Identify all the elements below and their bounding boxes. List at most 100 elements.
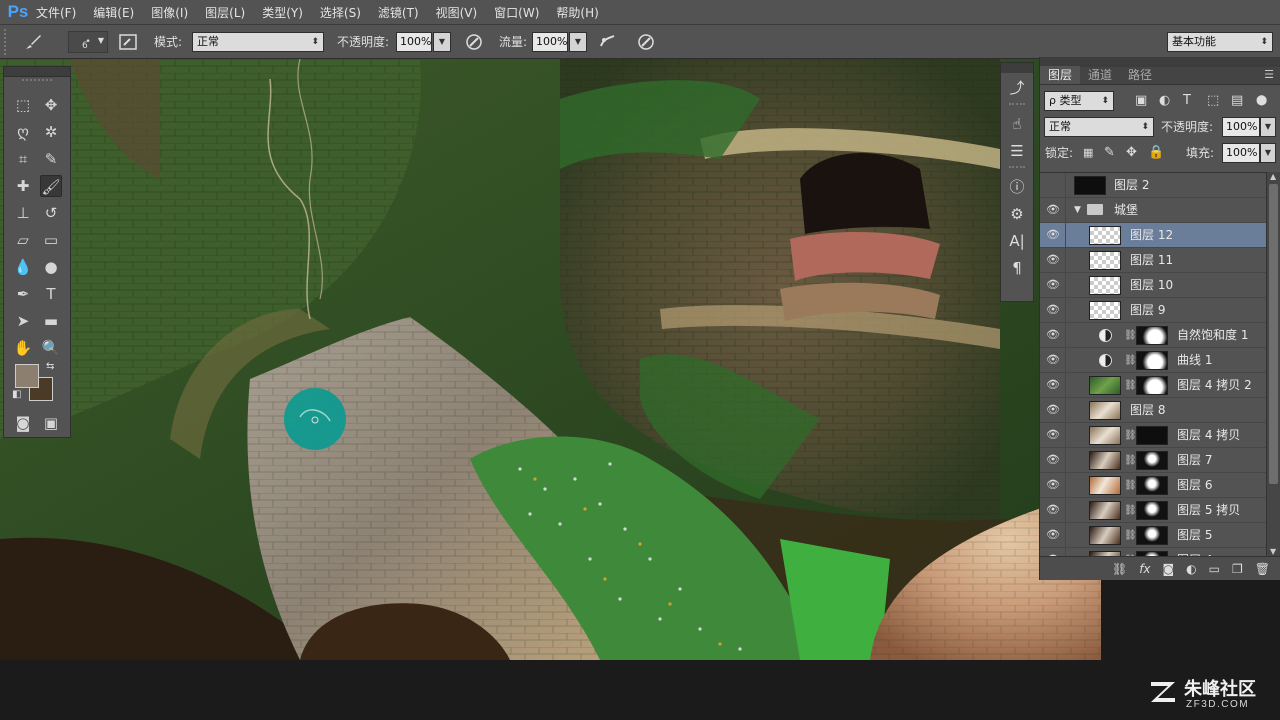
brush-tool-preset-icon[interactable] bbox=[22, 31, 44, 60]
menu-filter[interactable]: 滤镜(T) bbox=[378, 4, 419, 21]
layer-filter-select[interactable]: ρ 类型 ⬍ bbox=[1044, 91, 1114, 111]
tools-panel-header[interactable] bbox=[4, 67, 70, 77]
eraser-tool-icon[interactable]: ▱ bbox=[12, 229, 34, 251]
tab-layers[interactable]: 图层 bbox=[1040, 66, 1081, 84]
link-icon[interactable]: ⛓ bbox=[1124, 523, 1137, 548]
menu-type[interactable]: 类型(Y) bbox=[262, 4, 303, 21]
link-icon[interactable]: ⛓ bbox=[1124, 498, 1137, 523]
marquee-tool-icon[interactable]: ⬚ bbox=[12, 94, 34, 116]
gradient-tool-icon[interactable]: ▭ bbox=[40, 229, 62, 251]
menu-layer[interactable]: 图层(L) bbox=[205, 4, 245, 21]
flow-input[interactable]: 100% bbox=[532, 32, 568, 52]
mode-select[interactable]: 正常 ⬍ bbox=[192, 32, 324, 52]
pen-tool-icon[interactable]: ✒ bbox=[12, 283, 34, 305]
menu-view[interactable]: 视图(V) bbox=[436, 4, 478, 21]
foreground-color-swatch[interactable] bbox=[15, 364, 39, 388]
opacity-input[interactable]: 100% bbox=[396, 32, 432, 52]
brush-size-picker[interactable]: • 6 ▼ bbox=[68, 31, 108, 53]
swap-colors-icon[interactable]: ⇆ bbox=[46, 361, 54, 372]
layer-row-layer-2[interactable]: 图层 2 bbox=[1040, 173, 1266, 198]
screen-mode-icon[interactable]: ▣ bbox=[40, 412, 62, 434]
layer-row-layer-10[interactable]: 👁 图层 10 bbox=[1040, 273, 1266, 298]
pressure-size-icon[interactable] bbox=[636, 31, 656, 59]
lasso-tool-icon[interactable]: ღ bbox=[12, 121, 34, 143]
spot-healing-tool-icon[interactable]: ✚ bbox=[12, 175, 34, 197]
layer-mask-thumbnail[interactable] bbox=[1136, 451, 1168, 470]
link-icon[interactable]: ⛓ bbox=[1124, 323, 1137, 348]
new-layer-icon[interactable]: ❐ bbox=[1232, 562, 1243, 576]
layer-row-layer-7[interactable]: 👁 ⛓ 图层 7 bbox=[1040, 448, 1266, 473]
add-mask-icon[interactable]: ◙ bbox=[1163, 562, 1175, 576]
layer-row-layer-6[interactable]: 👁 ⛓ 图层 6 bbox=[1040, 473, 1266, 498]
link-icon[interactable]: ⛓ bbox=[1124, 473, 1137, 498]
airbrush-icon[interactable] bbox=[598, 31, 618, 59]
menu-select[interactable]: 选择(S) bbox=[320, 4, 361, 21]
layer-row-layer-5[interactable]: 👁 ⛓ 图层 5 bbox=[1040, 523, 1266, 548]
type-tool-icon[interactable]: T bbox=[40, 283, 62, 305]
tab-channels[interactable]: 通道 bbox=[1080, 66, 1120, 84]
opacity-dropdown-button[interactable]: ▼ bbox=[433, 32, 451, 52]
hand-tool-icon[interactable]: ✋ bbox=[12, 337, 34, 359]
fx-icon[interactable]: fx bbox=[1139, 562, 1150, 576]
menu-image[interactable]: 图像(I) bbox=[151, 4, 188, 21]
blend-mode-select[interactable]: 正常 ⬍ bbox=[1044, 117, 1154, 137]
menu-file[interactable]: 文件(F) bbox=[36, 4, 76, 21]
link-icon[interactable]: ⛓ bbox=[1124, 423, 1137, 448]
crop-tool-icon[interactable]: ⌗ bbox=[12, 148, 34, 170]
lock-position-icon[interactable]: ✥ bbox=[1126, 140, 1137, 166]
layer-mask-thumbnail[interactable] bbox=[1136, 501, 1168, 520]
layer-mask-thumbnail[interactable] bbox=[1136, 376, 1168, 395]
layer-row-layer-4-copy-2[interactable]: 👁 ⛓ 图层 4 拷贝 2 bbox=[1040, 373, 1266, 398]
filter-shape-icon[interactable]: ⬚ bbox=[1207, 88, 1219, 114]
tab-paths[interactable]: 路径 bbox=[1120, 66, 1160, 84]
layer-row-curves-1[interactable]: 👁 ⛓ 曲线 1 bbox=[1040, 348, 1266, 373]
layer-mask-thumbnail[interactable] bbox=[1136, 351, 1168, 370]
menu-help[interactable]: 帮助(H) bbox=[556, 4, 598, 21]
layer-row-layer-9[interactable]: 👁 图层 9 bbox=[1040, 298, 1266, 323]
info-panel-icon[interactable]: ⓘ bbox=[1004, 175, 1030, 199]
layer-opacity-input[interactable]: 100% bbox=[1222, 117, 1260, 137]
blur-tool-icon[interactable]: 💧 bbox=[12, 256, 34, 278]
filter-pixel-icon[interactable]: ▣ bbox=[1135, 88, 1147, 114]
menu-window[interactable]: 窗口(W) bbox=[494, 4, 539, 21]
link-icon[interactable]: ⛓ bbox=[1124, 348, 1137, 373]
layer-mask-thumbnail[interactable] bbox=[1136, 326, 1168, 345]
adjustment-icon[interactable]: ◐ bbox=[1186, 562, 1196, 576]
panel-menu-icon[interactable]: ☰ bbox=[1264, 66, 1274, 84]
link-icon[interactable]: ⛓ bbox=[1124, 448, 1137, 473]
layer-mask-thumbnail[interactable] bbox=[1136, 526, 1168, 545]
layer-row-layer-11[interactable]: 👁 图层 11 bbox=[1040, 248, 1266, 273]
layer-mask-thumbnail[interactable] bbox=[1136, 426, 1168, 445]
layer-row-vibrance-1[interactable]: 👁 ⛓ 自然饱和度 1 bbox=[1040, 323, 1266, 348]
character-panel-icon[interactable]: A| bbox=[1004, 229, 1030, 253]
zoom-tool-icon[interactable]: 🔍 bbox=[40, 337, 62, 359]
adjustments-panel-icon[interactable]: ☰ bbox=[1004, 139, 1030, 163]
history-panel-icon[interactable]: ⤴ bbox=[1004, 76, 1030, 100]
pressure-opacity-icon[interactable] bbox=[464, 31, 484, 59]
layer-opacity-dropdown-button[interactable]: ▼ bbox=[1260, 117, 1276, 137]
default-colors-icon[interactable]: ◧ bbox=[12, 389, 21, 400]
scroll-down-icon[interactable]: ▼ bbox=[1270, 547, 1276, 556]
clone-stamp-tool-icon[interactable]: ⊥ bbox=[12, 202, 34, 224]
quick-mask-icon[interactable]: ◙ bbox=[12, 412, 34, 434]
trash-icon[interactable]: 🗑 bbox=[1255, 562, 1270, 576]
filter-adjustment-icon[interactable]: ◐ bbox=[1159, 88, 1170, 114]
dodge-tool-icon[interactable]: ● bbox=[40, 256, 62, 278]
rectangle-tool-icon[interactable]: ▬ bbox=[40, 310, 62, 332]
filter-toggle-icon[interactable]: ⬤ bbox=[1256, 88, 1267, 114]
visibility-toggle[interactable] bbox=[1041, 173, 1066, 198]
tool-presets-panel-icon[interactable]: ☝ bbox=[1004, 112, 1030, 136]
paragraph-panel-icon[interactable]: ¶ bbox=[1004, 256, 1030, 280]
lock-all-icon[interactable]: 🔒 bbox=[1148, 140, 1164, 166]
icon-strip-header[interactable] bbox=[1001, 63, 1033, 73]
eyedropper-tool-icon[interactable]: ✎ bbox=[40, 148, 62, 170]
lock-transparency-icon[interactable]: ▦ bbox=[1083, 140, 1093, 166]
layer-row-layer-4[interactable]: 👁 ⛓ 图层 4 bbox=[1040, 548, 1266, 556]
layer-group-castle[interactable]: 👁 ▼ 城堡 bbox=[1040, 198, 1266, 223]
chevron-down-icon[interactable]: ▼ bbox=[1074, 198, 1081, 223]
filter-type-icon[interactable]: T bbox=[1183, 88, 1191, 114]
menu-edit[interactable]: 编辑(E) bbox=[93, 4, 134, 21]
brush-tool-icon[interactable]: 🖌 bbox=[40, 174, 62, 197]
scroll-up-icon[interactable]: ▲ bbox=[1270, 172, 1276, 181]
flow-dropdown-button[interactable]: ▼ bbox=[569, 32, 587, 52]
